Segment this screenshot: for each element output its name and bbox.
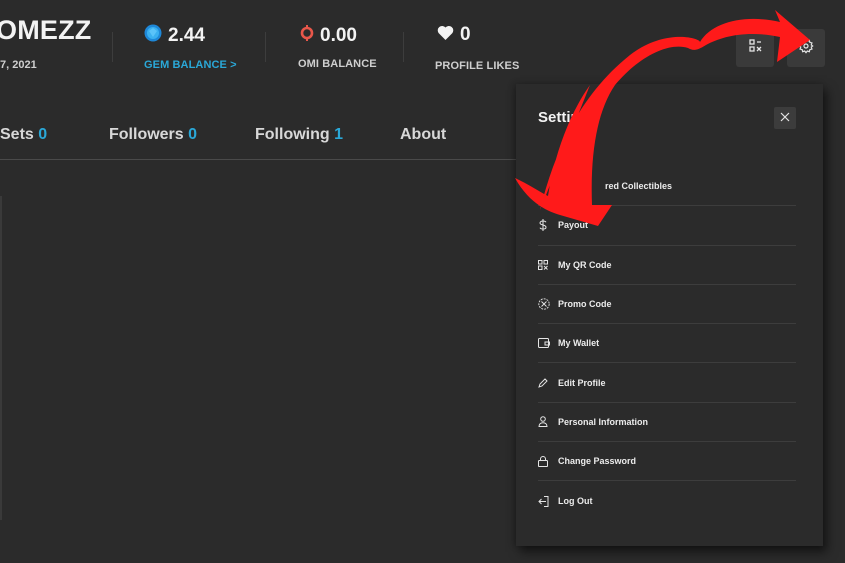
divider — [112, 32, 113, 62]
tab-followers[interactable]: Followers 0 — [109, 126, 197, 144]
settings-panel: Settings red Collectibles Payout My QR C… — [516, 84, 823, 546]
logout-icon — [538, 495, 558, 507]
menu-item-change-password[interactable]: Change Password — [538, 442, 796, 482]
menu-item-collectibles[interactable]: red Collectibles — [538, 167, 796, 207]
qr-code-icon — [538, 259, 558, 270]
lock-icon — [538, 455, 558, 467]
menu-item-promo-code[interactable]: Promo Code — [538, 285, 796, 325]
joined-date: 7, 2021 — [0, 59, 37, 71]
gear-icon — [798, 37, 814, 59]
qr-code-button[interactable] — [736, 29, 774, 67]
profile-likes-label: PROFILE LIKES — [435, 60, 520, 72]
tab-about[interactable]: About — [400, 126, 446, 144]
wallet-icon — [538, 338, 558, 349]
heart-icon — [437, 24, 454, 46]
gem-icon — [144, 24, 162, 48]
tab-following[interactable]: Following 1 — [255, 126, 343, 144]
promo-icon — [538, 298, 558, 310]
menu-item-personal-info[interactable]: Personal Information — [538, 403, 796, 443]
settings-menu: red Collectibles Payout My QR Code Promo… — [538, 167, 796, 521]
omi-balance-value: 0.00 — [300, 24, 357, 48]
menu-item-qr-code[interactable]: My QR Code — [538, 246, 796, 285]
menu-item-payout[interactable]: Payout — [538, 206, 796, 246]
omi-icon — [300, 24, 314, 48]
close-settings-button[interactable] — [774, 107, 796, 129]
menu-item-wallet[interactable]: My Wallet — [538, 324, 796, 364]
divider — [403, 32, 404, 62]
close-icon — [780, 109, 790, 127]
gem-balance-value: 2.44 — [144, 24, 205, 48]
profile-likes-value: 0 — [437, 24, 471, 46]
pencil-icon — [538, 377, 558, 388]
tabs-divider — [0, 159, 520, 160]
content-edge — [0, 196, 2, 520]
tab-sets[interactable]: Sets 0 — [0, 126, 47, 144]
user-icon — [538, 416, 558, 428]
menu-item-edit-profile[interactable]: Edit Profile — [538, 363, 796, 403]
divider — [265, 32, 266, 62]
username: OMEZZ — [0, 15, 92, 45]
qr-code-icon — [748, 39, 762, 57]
dollar-icon — [538, 219, 558, 232]
omi-balance-label: OMI BALANCE — [298, 58, 377, 70]
gem-balance-link[interactable]: GEM BALANCE > — [144, 59, 237, 71]
menu-item-log-out[interactable]: Log Out — [538, 481, 796, 520]
settings-button[interactable] — [787, 29, 825, 67]
settings-title: Settings — [538, 109, 598, 126]
